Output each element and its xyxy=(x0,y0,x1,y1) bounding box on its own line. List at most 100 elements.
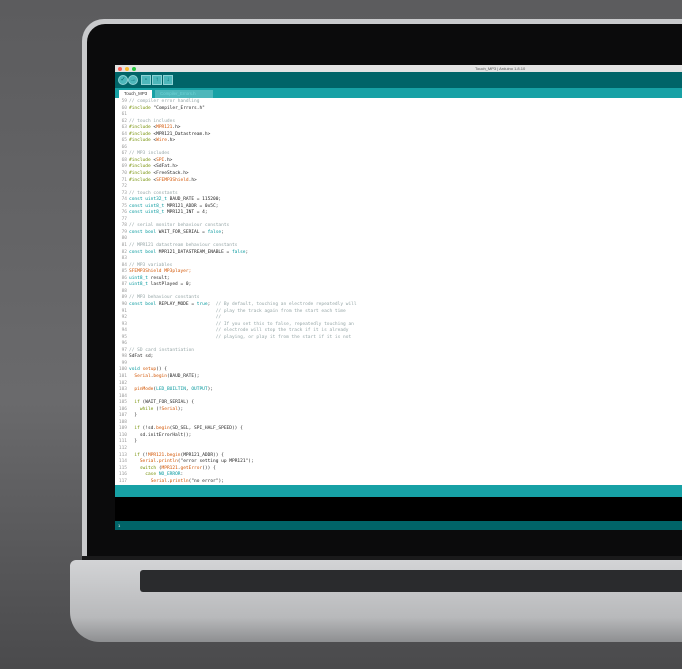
code-token: // MP3 variables xyxy=(129,262,173,268)
code-token: SFEMP3Shield xyxy=(156,177,189,183)
code-token: result; xyxy=(147,275,170,281)
code-token: REPLAY_MODE = xyxy=(156,301,197,307)
code-token: const uint32_t xyxy=(129,197,167,203)
code-token: sd.initErrorHalt(); xyxy=(129,432,192,438)
code-token: // touch includes xyxy=(129,118,176,124)
code-token: // playing, or play it from the start if… xyxy=(129,334,352,340)
code-token: println xyxy=(169,478,189,484)
code-token: #include xyxy=(129,171,151,177)
status-bar xyxy=(115,485,682,497)
code-token: MPR121_ADDR = 0x5C; xyxy=(164,203,219,209)
minimize-window-button[interactable] xyxy=(125,66,129,71)
keyboard xyxy=(140,570,682,592)
code-token: // MP3 includes xyxy=(129,151,170,157)
code-editor[interactable]: 59// compiler error handling 60 #include "… xyxy=(115,98,682,486)
code-token: uint8_t xyxy=(129,282,148,288)
code-token: false xyxy=(231,249,246,255)
code-token: // play the track again from the start e… xyxy=(129,308,346,314)
tab-bar: Touch_MP3 Compiler_Errors.h xyxy=(115,88,682,98)
code-token: SdFat sd; xyxy=(129,354,154,360)
code-token: #include xyxy=(129,177,151,183)
code-token: // If you set this to false, repeatedly … xyxy=(129,321,354,327)
code-token: getError xyxy=(180,465,203,471)
code-token: MPR121 xyxy=(161,465,178,471)
code-token: NO_ERROR xyxy=(158,472,181,478)
code-token: setup xyxy=(142,367,157,373)
code-token: MPR121_INT = 4; xyxy=(164,210,208,216)
code-token: ; xyxy=(221,229,224,235)
arduino-ide-window: Touch_MP3 | Arduino 1.8.10 ✓ → ▫ ↑ ↓ Tou… xyxy=(115,65,682,530)
code-token: Serial xyxy=(139,459,157,465)
new-button[interactable]: ▫ xyxy=(141,75,151,85)
maximize-window-button[interactable] xyxy=(132,66,136,71)
code-token: // touch constants xyxy=(129,190,178,196)
code-token: <MPR121_Datastream.h> xyxy=(150,131,211,137)
code-token: LED_BUILTIN xyxy=(156,387,186,393)
code-token: // SD card instantiation xyxy=(129,347,195,353)
code-token: const bool xyxy=(129,229,157,235)
code-token: Serial xyxy=(134,373,151,379)
code-token: (WAIT_FOR_SERIAL) { xyxy=(139,400,195,406)
code-token: // electrode will stop the track if it i… xyxy=(129,328,349,334)
close-window-button[interactable] xyxy=(118,66,122,71)
code-token: #include xyxy=(129,131,151,137)
check-icon: ✓ xyxy=(120,77,126,83)
code-token: WAIT_FOR_SERIAL = xyxy=(156,229,208,235)
code-token: } xyxy=(129,439,138,445)
code-token: ; xyxy=(207,301,216,307)
code-token: ); xyxy=(207,387,214,393)
code-token: MPR121 xyxy=(156,125,173,131)
code-token: BAUD_RATE = 115200; xyxy=(166,197,222,203)
code-token: ()) { xyxy=(202,465,216,471)
tab-touch-mp3[interactable]: Touch_MP3 xyxy=(119,90,153,98)
code-token: <SdFat.h> xyxy=(150,164,178,170)
code-token: <FreeStack.h> xyxy=(150,171,189,177)
code-token: #include xyxy=(129,164,151,170)
save-icon: ↓ xyxy=(166,77,170,83)
code-token: #include xyxy=(129,105,151,111)
code-token: () { xyxy=(156,367,167,373)
window-title: Touch_MP3 | Arduino 1.8.10 xyxy=(475,66,526,71)
console-output xyxy=(115,497,682,521)
code-token: (!sd. xyxy=(139,426,157,432)
code-token: while xyxy=(139,406,154,412)
code-token: } xyxy=(129,413,138,419)
open-button[interactable]: ↑ xyxy=(152,75,162,85)
code-token: uint8_t xyxy=(129,275,148,281)
code-token: void xyxy=(129,367,140,373)
code-token: // xyxy=(129,315,222,321)
code-token: #include xyxy=(129,125,151,131)
code-token: false xyxy=(207,229,222,235)
upload-button[interactable]: → xyxy=(128,75,138,85)
code-token: ("no error"); xyxy=(188,478,224,484)
code-token: #include xyxy=(129,157,151,163)
code-token: // compiler error handling xyxy=(129,99,200,104)
tab-compiler-errors[interactable]: Compiler_Errors.h xyxy=(155,90,213,98)
code-token: // MP3 behaviour constants xyxy=(129,295,200,301)
save-button[interactable]: ↓ xyxy=(163,75,173,85)
toolbar: ✓ → ▫ ↑ ↓ xyxy=(115,72,682,88)
code-token: Wire xyxy=(156,138,167,144)
code-token: (SD_SEL, SPI_HALF_SPEED)) { xyxy=(169,426,243,432)
code-token: "Compiler_Errors.h" xyxy=(150,105,205,111)
code-token: Serial xyxy=(161,406,178,412)
code-token: (MPR121_ADDR)) { xyxy=(180,452,224,458)
code-token: lastPlayed = 0; xyxy=(147,282,192,288)
code-token: SFEMP3Shield MP3player; xyxy=(129,269,192,275)
code-token: (BAUD_RATE); xyxy=(166,373,200,379)
code-token: ("error setting up MPR121"); xyxy=(177,459,254,465)
code-token: // serial monitor behaviour constants xyxy=(129,223,230,229)
code-token: // MPR121 datastream behaviour constants xyxy=(129,243,238,249)
title-bar: Touch_MP3 | Arduino 1.8.10 xyxy=(115,65,682,72)
code-token: .h> xyxy=(172,125,181,131)
code-token: .h> xyxy=(166,138,176,144)
verify-button[interactable]: ✓ xyxy=(118,75,128,85)
code-token: (! xyxy=(153,406,162,412)
code-token: pinMode xyxy=(134,387,154,393)
code-token: const uint8_t xyxy=(129,203,165,209)
code-token: case xyxy=(145,472,157,478)
code-token: const bool xyxy=(129,301,157,307)
line-indicator-bar: 1 xyxy=(115,521,682,530)
